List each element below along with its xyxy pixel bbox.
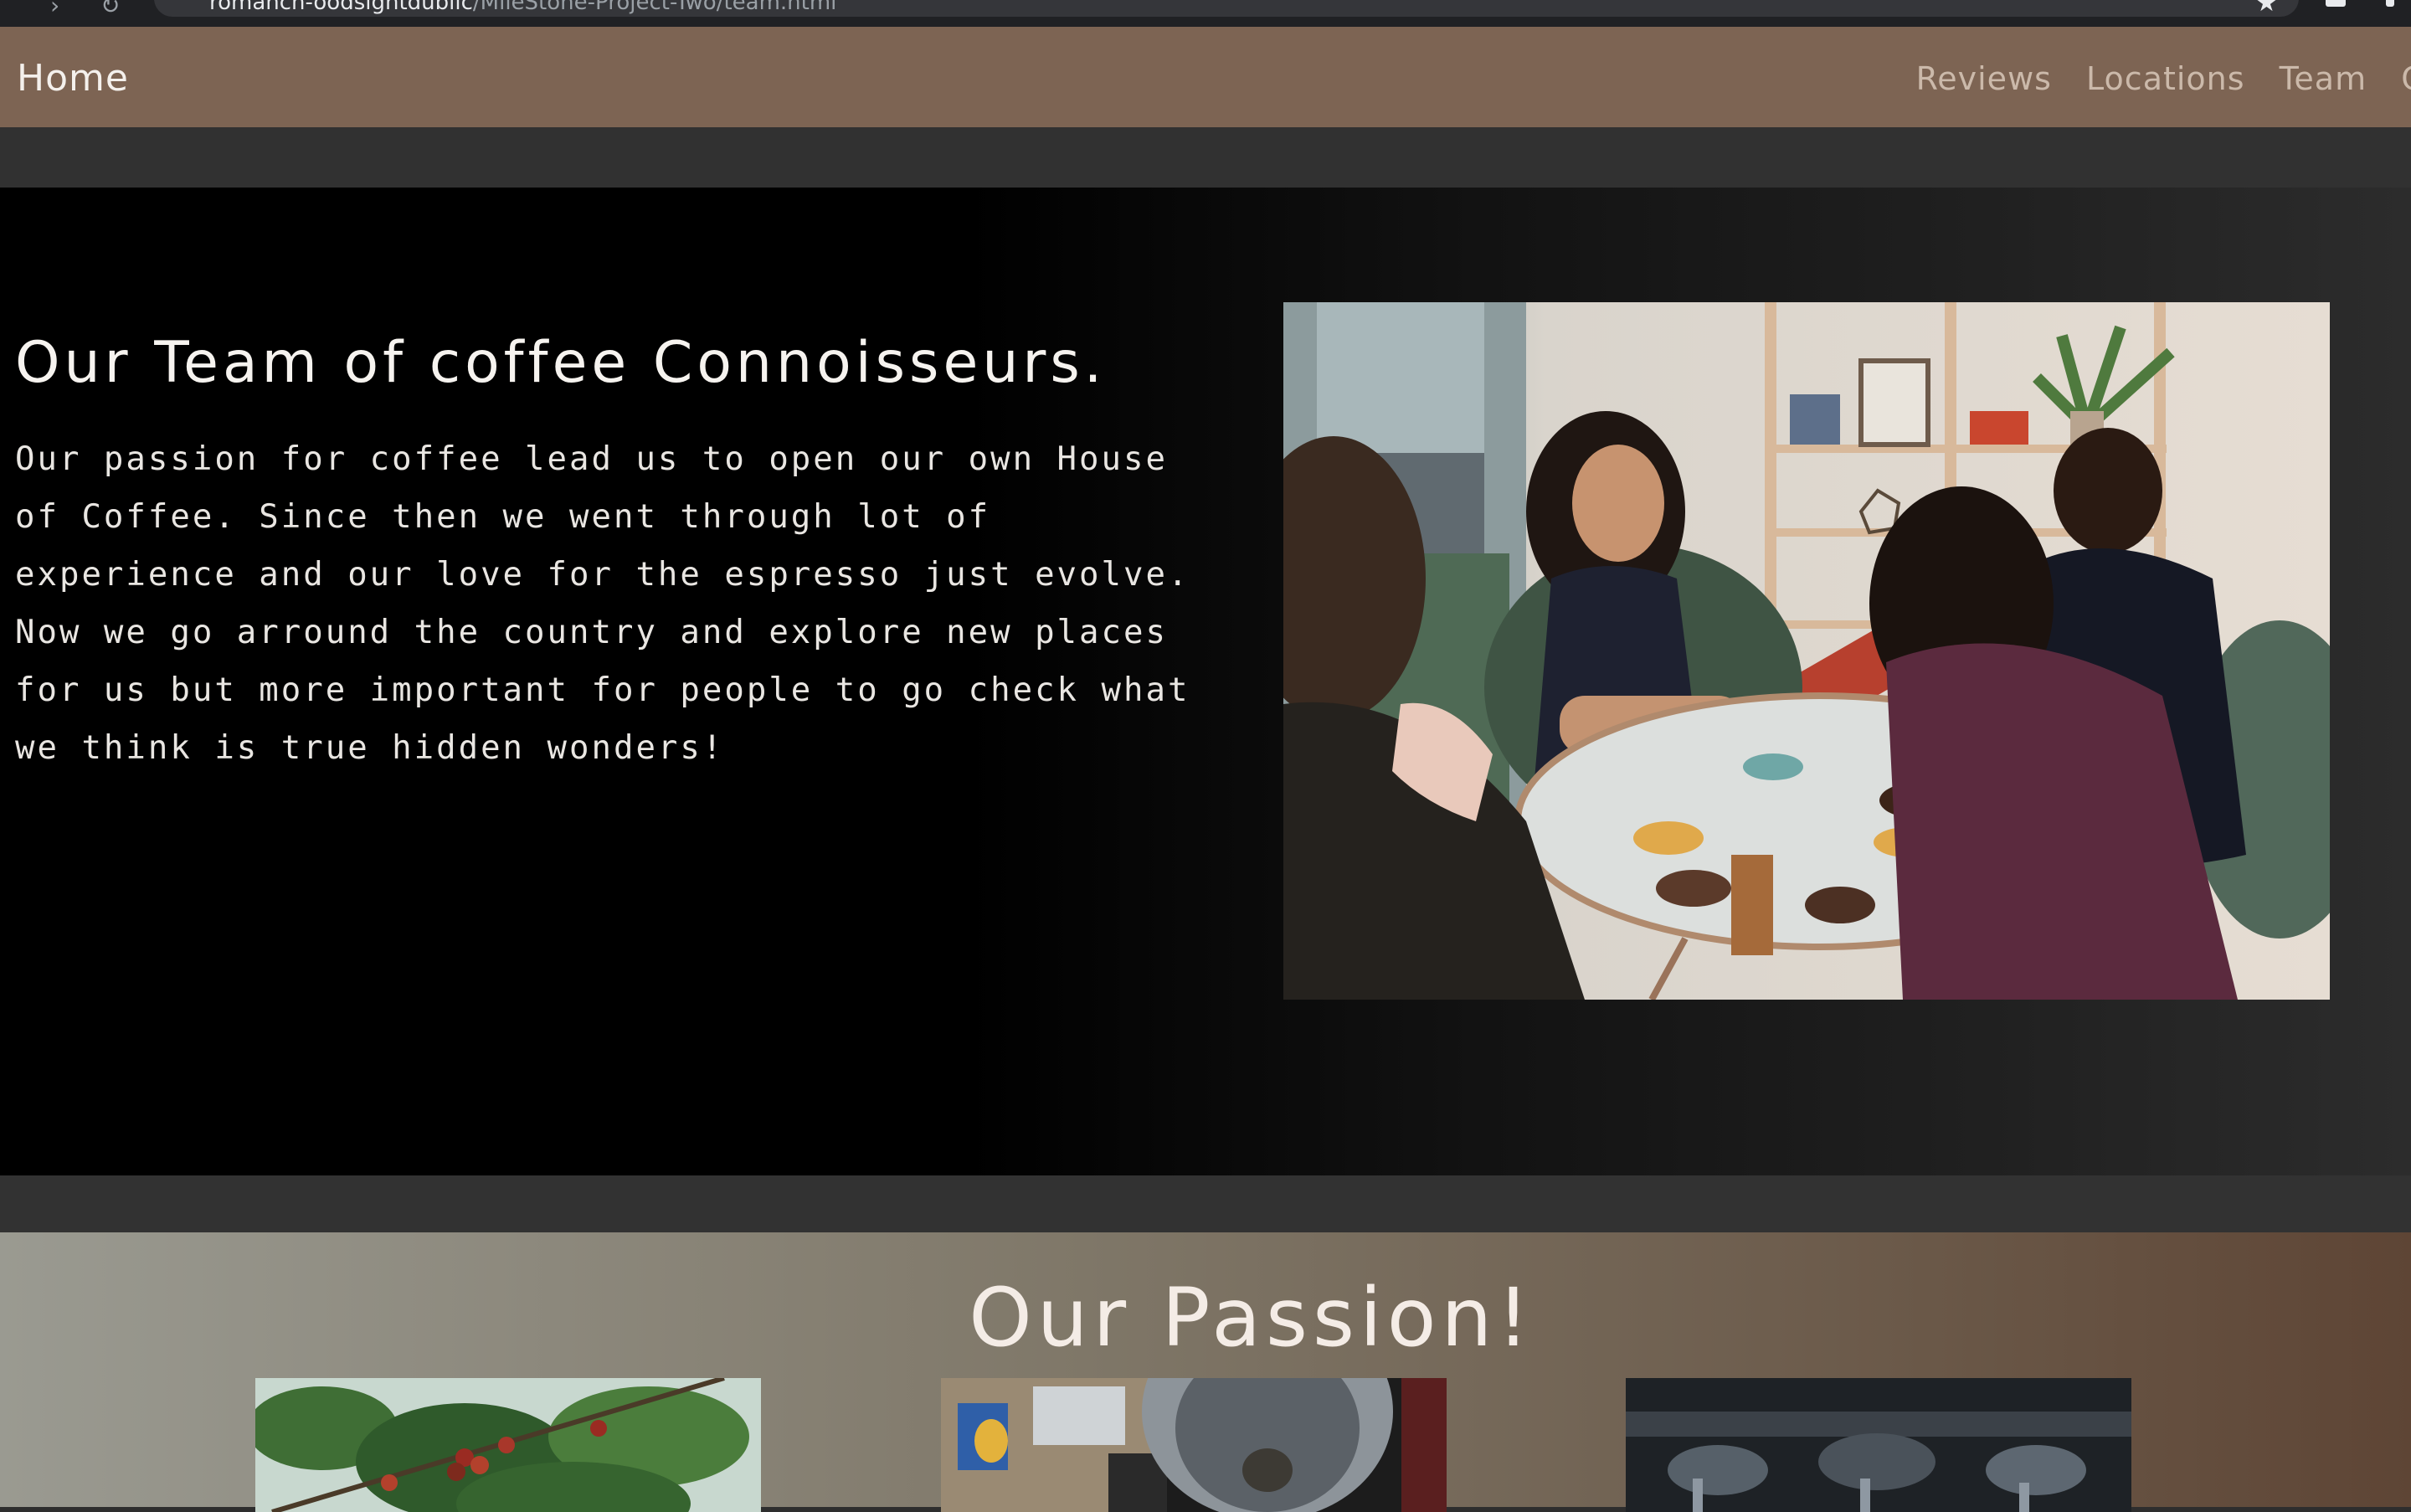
section-spacer [0,127,2411,188]
team-description: Our passion for coffee lead us to open o… [15,440,1190,767]
nav-home-link[interactable]: Home [17,57,129,100]
extensions-icon[interactable] [2326,0,2346,7]
team-photo [1283,302,2330,1000]
nav-link-locations[interactable]: Locations [2086,60,2245,97]
nav-links: Reviews Locations Team Co [1916,60,2411,97]
reload-icon[interactable]: ↻ [100,0,120,19]
passion-section: Our Passion! [0,1232,2411,1512]
nav-link-contact[interactable]: Co [2401,60,2411,97]
forward-icon[interactable]: › [50,0,59,19]
page-title: Our Team of coffee Connoisseurs. [15,330,1107,396]
team-hero-section: Our Team of coffee Connoisseurs. Our pas… [0,188,2411,1175]
bookmark-star-icon[interactable]: ★ [2255,0,2278,18]
coffee-roasting-image [941,1378,1447,1512]
passion-title: Our Passion! [969,1271,1535,1365]
navbar: Home Reviews Locations Team Co [0,27,2411,127]
coffee-cherries-image [255,1378,761,1512]
section-spacer [0,1175,2411,1232]
nav-link-team[interactable]: Team [2280,60,2367,97]
menu-icon[interactable] [2386,0,2394,7]
browser-toolbar: › ↻ romanch-oodsightdublic/MileStone-Pro… [0,0,2411,27]
nav-link-reviews[interactable]: Reviews [1916,60,2052,97]
address-text[interactable]: romanch-oodsightdublic/MileStone-Project… [209,0,836,15]
espresso-machine-image [1626,1378,2131,1512]
